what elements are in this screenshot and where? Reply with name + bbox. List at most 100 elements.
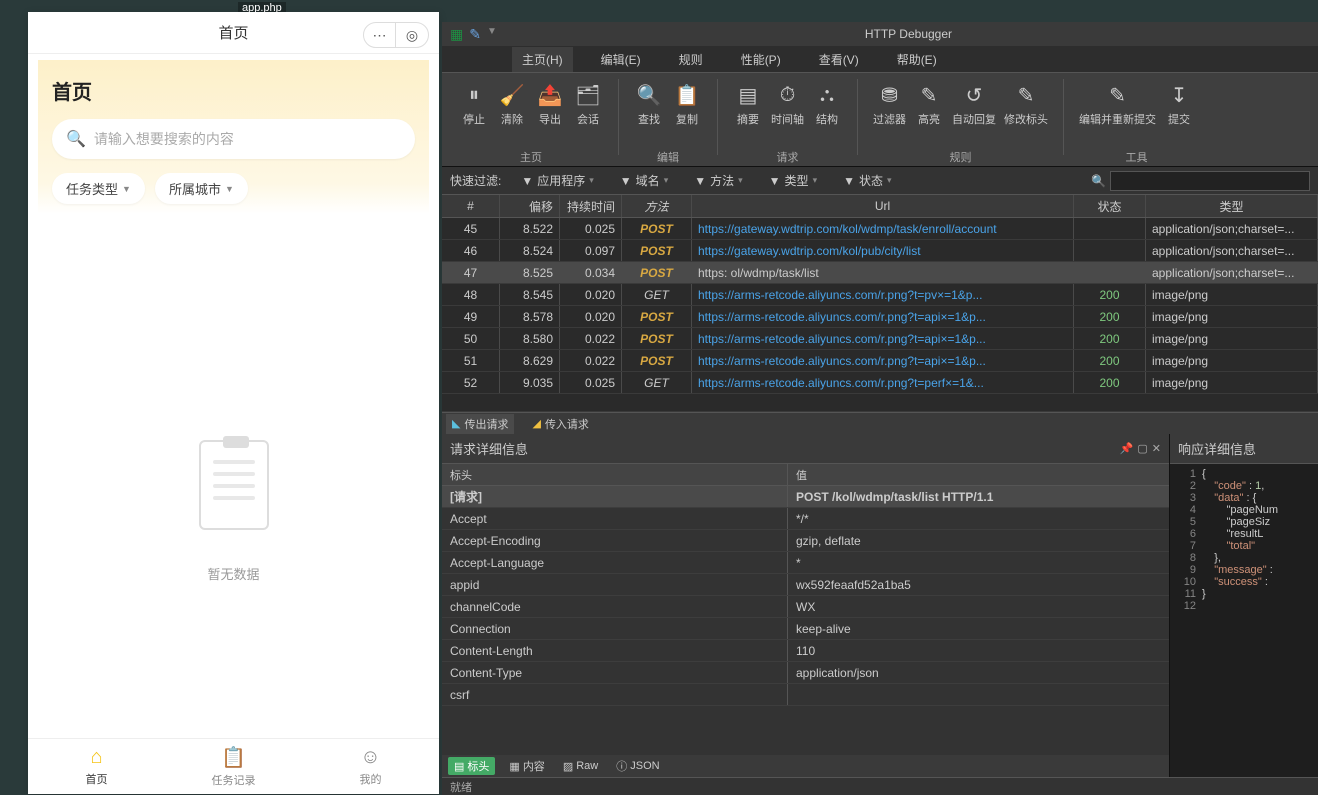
ribbon-查找[interactable]: 🔍查找 (631, 79, 667, 129)
ribbon-导出[interactable]: 📤导出 (532, 79, 568, 129)
doc-icon: ▦ (509, 760, 519, 773)
window-icon[interactable]: ▢ (1137, 442, 1147, 455)
menu-view[interactable]: 查看(V) (809, 47, 869, 72)
funnel-icon: ▼ (769, 174, 781, 188)
mobile-tabbar: ⌂ 首页 📋 任务记录 ☺ 我的 (28, 738, 439, 794)
ribbon-高亮[interactable]: ✎高亮 (911, 79, 947, 129)
ribbon-清除[interactable]: 🧹清除 (494, 79, 530, 129)
tab-outgoing[interactable]: ◣传出请求 (446, 414, 514, 434)
close-icon[interactable]: ✕ (1152, 442, 1161, 455)
ribbon-摘要[interactable]: ▤摘要 (730, 79, 766, 129)
quick-filter-search[interactable]: 🔍 (1091, 171, 1310, 191)
arrow-out-icon: ◣ (452, 417, 460, 430)
grid-row[interactable]: 529.0350.025GEThttps://arms-retcode.aliy… (442, 372, 1318, 394)
menu-help[interactable]: 帮助(E) (887, 47, 947, 72)
ribbon-停止[interactable]: ⏸停止 (456, 79, 492, 129)
ribbon-group: ▤摘要⏱时间轴⛬结构请求 (724, 79, 851, 165)
ribbon-group-label: 主页 (520, 149, 542, 165)
col-url[interactable]: Url (692, 195, 1074, 217)
col-type[interactable]: 类型 (1146, 195, 1318, 217)
response-detail-panel: 响应详细信息 1{2 "code" : 1,3 "data" : {4 "pag… (1170, 434, 1318, 777)
col-index[interactable]: # (442, 195, 500, 217)
ribbon-自动回复[interactable]: ↺自动回复 (949, 79, 999, 129)
view-json[interactable]: ⓘJSON (612, 756, 663, 776)
tab-profile[interactable]: ☺ 我的 (302, 739, 439, 794)
qf-域名[interactable]: ▼域名▾ (620, 172, 668, 189)
header-row[interactable]: Content-Typeapplication/json (442, 662, 1169, 684)
ribbon-编辑并重新提交[interactable]: ✎编辑并重新提交 (1076, 79, 1159, 129)
tab-incoming[interactable]: ◢传入请求 (526, 414, 594, 434)
ribbon-会话[interactable]: 🗂会话 (570, 79, 606, 129)
qf-类型[interactable]: ▼类型▾ (769, 172, 817, 189)
raw-icon: ▨ (563, 760, 573, 773)
grid-row[interactable]: 508.5800.022POSThttps://arms-retcode.ali… (442, 328, 1318, 350)
app-title: HTTP Debugger (865, 27, 952, 41)
header-row[interactable]: Accept-Language* (442, 552, 1169, 574)
ribbon-时间轴[interactable]: ⏱时间轴 (768, 79, 807, 129)
qf-方法[interactable]: ▼方法▾ (694, 172, 742, 189)
filter-city[interactable]: 所属城市▼ (155, 173, 248, 204)
qf-应用程序[interactable]: ▼应用程序▾ (521, 172, 593, 189)
search-box[interactable]: 🔍 (52, 119, 415, 159)
excel-icon[interactable]: ▦ (450, 26, 463, 43)
capsule-menu-icon[interactable]: ⋯ (364, 23, 396, 47)
ribbon-icon: ⏸ (460, 81, 488, 109)
view-headers[interactable]: ▤标头 (448, 757, 495, 775)
ribbon-结构[interactable]: ⛬结构 (809, 79, 845, 129)
view-content[interactable]: ▦内容 (505, 756, 548, 776)
grid-row[interactable]: 458.5220.025POSThttps://gateway.wdtrip.c… (442, 218, 1318, 240)
grid-header: # 偏移 持续时间 方法 Url 状态 类型 (442, 194, 1318, 218)
search-input[interactable] (94, 131, 401, 147)
chevron-down-icon[interactable]: ▼ (487, 26, 497, 43)
view-raw[interactable]: ▨Raw (559, 758, 602, 775)
header-row[interactable]: Accept-Encodinggzip, deflate (442, 530, 1169, 552)
tab-home[interactable]: ⌂ 首页 (28, 739, 165, 794)
header-row[interactable]: Accept*/* (442, 508, 1169, 530)
response-json[interactable]: 1{2 "code" : 1,3 "data" : {4 "pageNum5 "… (1170, 464, 1318, 777)
brush-icon[interactable]: ✎ (469, 26, 481, 43)
ribbon-过滤器[interactable]: ⛃过滤器 (870, 79, 909, 129)
request-line[interactable]: [请求] POST /kol/wdmp/task/list HTTP/1.1 (442, 486, 1169, 508)
menu-rules[interactable]: 规则 (669, 47, 713, 72)
menu-perf[interactable]: 性能(P) (731, 47, 791, 72)
capsule-close-icon[interactable]: ◎ (396, 23, 428, 47)
col-method[interactable]: 方法 (622, 195, 692, 217)
header-row[interactable]: Connectionkeep-alive (442, 618, 1169, 640)
menu-edit[interactable]: 编辑(E) (591, 47, 651, 72)
filter-task-type[interactable]: 任务类型▼ (52, 173, 145, 204)
header-row[interactable]: appidwx592feaafd52a1ba5 (442, 574, 1169, 596)
ribbon-icon: 🗂 (574, 81, 602, 109)
ribbon-修改标头[interactable]: ✎修改标头 (1001, 79, 1051, 129)
grid-row[interactable]: 488.5450.020GEThttps://arms-retcode.aliy… (442, 284, 1318, 306)
mobile-capsule[interactable]: ⋯ ◎ (363, 22, 429, 48)
search-icon: 🔍 (66, 129, 86, 149)
grid-row[interactable]: 518.6290.022POSThttps://arms-retcode.ali… (442, 350, 1318, 372)
quick-filter-input[interactable] (1110, 171, 1310, 191)
header-row[interactable]: csrf (442, 684, 1169, 706)
mobile-header-title: 首页 (218, 22, 248, 43)
ribbon-提交[interactable]: ↧提交 (1161, 79, 1197, 129)
grid-row[interactable]: 498.5780.020POSThttps://arms-retcode.ali… (442, 306, 1318, 328)
grid-row[interactable]: 468.5240.097POSThttps://gateway.wdtrip.c… (442, 240, 1318, 262)
ribbon-icon: ↺ (960, 81, 988, 109)
col-offset[interactable]: 偏移 (500, 195, 560, 217)
header-row[interactable]: Content-Length110 (442, 640, 1169, 662)
kv-header-name[interactable]: 标头 (442, 464, 788, 485)
ribbon-group-label: 请求 (777, 149, 799, 165)
ribbon: ⏸停止🧹清除📤导出🗂会话主页🔍查找📋复制编辑▤摘要⏱时间轴⛬结构请求⛃过滤器✎高… (442, 72, 1318, 166)
ribbon-复制[interactable]: 📋复制 (669, 79, 705, 129)
funnel-icon: ▼ (694, 174, 706, 188)
tab-records[interactable]: 📋 任务记录 (165, 739, 302, 794)
menu-home[interactable]: 主页(H) (512, 47, 573, 72)
header-row[interactable]: channelCodeWX (442, 596, 1169, 618)
status-text: 就绪 (450, 779, 472, 795)
col-status[interactable]: 状态 (1074, 195, 1146, 217)
arrow-in-icon: ◢ (532, 417, 540, 430)
col-duration[interactable]: 持续时间 (560, 195, 622, 217)
kv-header-value[interactable]: 值 (788, 464, 1169, 485)
grid-row[interactable]: 478.5250.034POSThttps: ol/wdmp/task/list… (442, 262, 1318, 284)
empty-text: 暂无数据 (207, 564, 259, 583)
qf-状态[interactable]: ▼状态▾ (843, 172, 891, 189)
ribbon-icon: ▤ (734, 81, 762, 109)
pin-icon[interactable]: 📌 (1120, 442, 1134, 455)
